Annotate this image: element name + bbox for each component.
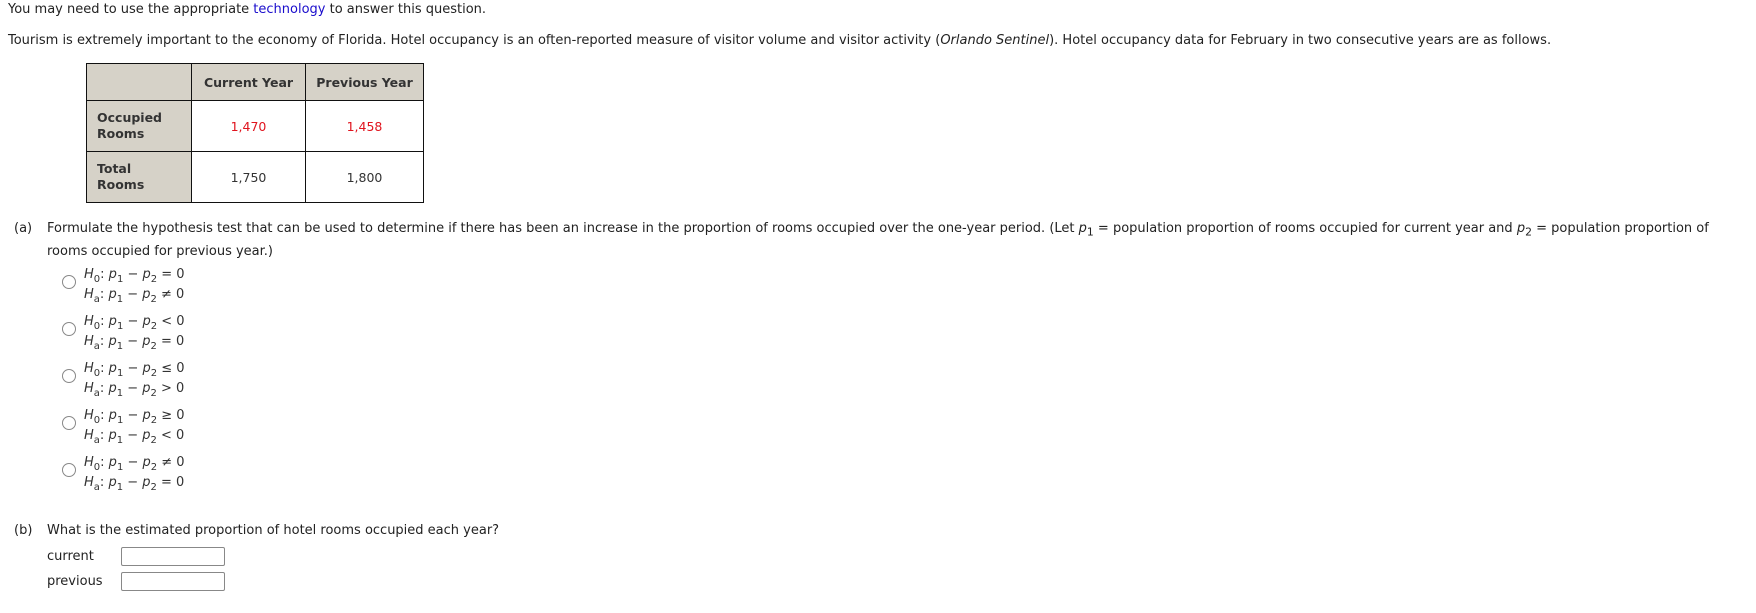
alternative-hypothesis: Ha: p1 − p2 = 0 <box>84 334 185 352</box>
row-label-line: Total <box>97 161 132 176</box>
hypothesis-text: H0: p1 − p2 < 0 Ha: p1 − p2 = 0 <box>84 312 185 352</box>
hypothesis-text: H0: p1 − p2 ≠ 0 Ha: p1 − p2 = 0 <box>84 453 185 493</box>
row-label-line: Rooms <box>97 126 145 141</box>
hypothesis-text: H0: p1 − p2 = 0 Ha: p1 − p2 ≠ 0 <box>84 265 185 305</box>
part-a-text: Formulate the hypothesis test that can b… <box>47 221 1079 236</box>
total-current-value: 1,750 <box>191 151 306 203</box>
instruction-text: You may need to use the appropriate tech… <box>8 2 486 17</box>
table-row: Occupied Rooms 1,470 1,458 <box>86 100 424 152</box>
radio-button[interactable] <box>62 416 76 430</box>
current-field-label: current <box>47 549 94 564</box>
radio-button[interactable] <box>62 463 76 477</box>
table-header-row: Current Year Previous Year <box>86 63 424 101</box>
problem-statement: Tourism is extremely important to the ec… <box>8 33 1551 48</box>
row-label-total: Total Rooms <box>86 151 192 203</box>
p1-subscript: 1 <box>1086 225 1094 239</box>
hypothesis-text: H0: p1 − p2 ≤ 0 Ha: p1 − p2 > 0 <box>84 359 185 399</box>
row-label-line: Occupied <box>97 110 163 125</box>
technology-link[interactable]: technology <box>253 2 325 17</box>
total-previous-value: 1,800 <box>305 151 424 203</box>
occupied-previous-value: 1,458 <box>305 100 424 152</box>
null-hypothesis: H0: p1 − p2 ≥ 0 <box>84 408 185 426</box>
occupancy-table: Current Year Previous Year Occupied Rooms… <box>86 63 424 203</box>
alternative-hypothesis: Ha: p1 − p2 = 0 <box>84 475 185 493</box>
problem-text-start: Tourism is extremely important to the ec… <box>8 33 941 48</box>
problem-text-end: ). Hotel occupancy data for February in … <box>1049 33 1552 48</box>
radio-button[interactable] <box>62 369 76 383</box>
part-b-label: (b) <box>14 523 33 538</box>
instruction-text-start: You may need to use the appropriate <box>8 2 254 17</box>
occupied-current-value: 1,470 <box>191 100 306 152</box>
header-previous-year: Previous Year <box>305 63 424 101</box>
null-hypothesis: H0: p1 − p2 ≠ 0 <box>84 455 185 473</box>
hypothesis-text: H0: p1 − p2 ≥ 0 Ha: p1 − p2 < 0 <box>84 406 185 446</box>
part-a-question-continued: rooms occupied for previous year.) <box>47 244 274 259</box>
row-label-line: Rooms <box>97 177 145 192</box>
radio-button[interactable] <box>62 275 76 289</box>
part-a-text: = population proportion of rooms occupie… <box>1093 221 1517 236</box>
null-hypothesis: H0: p1 − p2 = 0 <box>84 267 185 285</box>
table-corner-cell <box>86 63 192 101</box>
part-a-label: (a) <box>14 221 33 236</box>
part-a-question: (a) Formulate the hypothesis test that ca… <box>14 221 1709 239</box>
part-b-text: What is the estimated proportion of hote… <box>47 523 500 538</box>
alternative-hypothesis: Ha: p1 − p2 > 0 <box>84 381 185 399</box>
p2-subscript: 2 <box>1525 225 1532 239</box>
radio-button[interactable] <box>62 322 76 336</box>
row-label-occupied: Occupied Rooms <box>86 100 192 152</box>
p2-symbol: p <box>1516 221 1526 236</box>
header-current-year: Current Year <box>191 63 306 101</box>
previous-proportion-input[interactable] <box>121 572 225 591</box>
instruction-text-end: to answer this question. <box>325 2 487 17</box>
null-hypothesis: H0: p1 − p2 < 0 <box>84 314 185 332</box>
p1-symbol: p <box>1078 221 1087 236</box>
alternative-hypothesis: Ha: p1 − p2 ≠ 0 <box>84 287 185 305</box>
part-b-question: (b) What is the estimated proportion of h… <box>14 523 499 538</box>
current-proportion-input[interactable] <box>121 547 225 566</box>
previous-field-label: previous <box>47 574 103 589</box>
alternative-hypothesis: Ha: p1 − p2 < 0 <box>84 428 185 446</box>
table-row: Total Rooms 1,750 1,800 <box>86 151 424 203</box>
part-a-text: = population proportion of <box>1531 221 1709 236</box>
null-hypothesis: H0: p1 − p2 ≤ 0 <box>84 361 185 379</box>
source-citation: Orlando Sentinel <box>940 33 1050 48</box>
